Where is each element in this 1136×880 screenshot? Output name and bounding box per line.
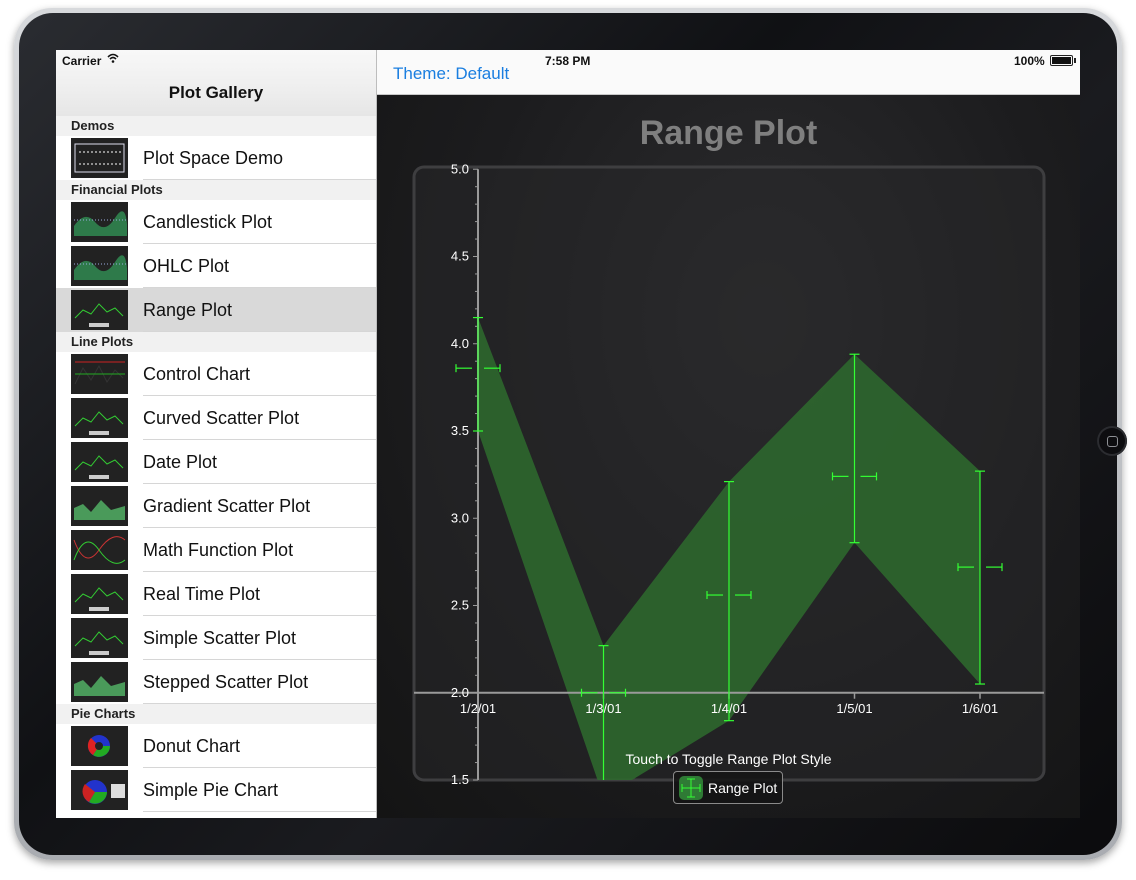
gallery-list[interactable]: Demos Plot Space Demo Financial Plots Candl… [56,116,376,812]
list-item[interactable]: Candlestick Plot [56,200,376,244]
plot-thumbnail-icon [71,530,128,570]
list-item-label: Stepped Scatter Plot [143,672,309,692]
screen: Plot Gallery Demos Plot Space Demo Financi… [56,50,1080,818]
list-item-label: Range Plot [143,300,233,320]
plot-thumbnail-icon [71,138,128,178]
list-item-label: Curved Scatter Plot [143,408,300,428]
list-item-label: Simple Scatter Plot [143,628,297,648]
list-item[interactable]: OHLC Plot [56,244,376,288]
list-item[interactable]: Plot Space Demo [56,136,376,180]
list-item-label: Gradient Scatter Plot [143,496,311,516]
legend-label: Range Plot [708,780,778,796]
y-tick-label: 2.0 [451,685,469,700]
section-header: Line Plots [56,332,376,352]
section-header: Financial Plots [56,180,376,200]
status-time: 7:58 PM [545,54,591,68]
home-button[interactable] [1097,426,1127,456]
list-item-label: Candlestick Plot [143,212,273,232]
y-tick-label: 3.0 [451,510,469,525]
list-item[interactable]: Donut Chart [56,724,376,768]
x-tick-label: 1/6/01 [962,701,998,716]
list-item-label: Donut Chart [143,736,241,756]
home-square-icon [1107,436,1118,447]
plot-thumbnail-icon [71,662,128,702]
battery-percent: 100% [1014,54,1045,68]
list-item-label: OHLC Plot [143,256,230,276]
touch-hint: Touch to Toggle Range Plot Style [625,751,832,767]
list-item[interactable]: Gradient Scatter Plot [56,484,376,528]
list-item[interactable]: Curved Scatter Plot [56,396,376,440]
plot-thumbnail-icon [71,770,128,810]
list-item[interactable]: Simple Scatter Plot [56,616,376,660]
row-divider [143,703,376,704]
x-tick-label: 1/2/01 [460,701,496,716]
list-item[interactable]: Control Chart [56,352,376,396]
list-item-label: Simple Pie Chart [143,780,279,800]
row-divider [143,179,376,180]
list-item[interactable]: Range Plot [56,288,376,332]
battery-icon [1050,55,1076,66]
plot-thumbnail-icon [71,202,128,242]
status-bar: Carrier 7:58 PM 100% [56,50,1080,70]
y-tick-label: 4.0 [451,336,469,351]
list-item-label: Plot Space Demo [143,148,284,168]
section-header: Pie Charts [56,704,376,724]
range-plot-chart[interactable]: 1.52.02.53.03.54.04.55.01/2/01 1/3/01 1/4/… [377,50,1080,818]
wifi-icon [107,53,119,66]
y-tick-label: 1.5 [451,772,469,787]
y-tick-label: 3.5 [451,423,469,438]
y-tick-label: 4.5 [451,249,469,264]
list-item-label: Control Chart [143,364,251,384]
row-divider [143,331,376,332]
list-item-label: Date Plot [143,452,218,472]
plot-thumbnail-icon [71,618,128,658]
list-item[interactable]: Stepped Scatter Plot [56,660,376,704]
y-tick-label: 2.5 [451,598,469,613]
list-item[interactable]: Date Plot [56,440,376,484]
plot-thumbnail-icon [71,246,128,286]
y-tick-label: 5.0 [451,161,469,176]
list-item[interactable]: Simple Pie Chart [56,768,376,812]
master-panel: Plot Gallery Demos Plot Space Demo Financi… [56,50,377,818]
detail-panel: Theme: Default Range Plot 1.5 2.0 2.5 3.0 3.… [377,50,1080,818]
list-item[interactable]: Math Function Plot [56,528,376,572]
row-divider [143,811,376,812]
list-item-label: Real Time Plot [143,584,261,604]
carrier-label: Carrier [62,54,102,68]
plot-thumbnail-icon [71,486,128,526]
list-item-label: Math Function Plot [143,540,294,560]
list-item[interactable]: Real Time Plot [56,572,376,616]
legend-swatch-icon [679,776,703,800]
plot-thumbnail-icon [71,290,128,330]
page-title: Plot Gallery [168,83,264,102]
section-header: Demos [56,116,376,136]
plot-thumbnail-icon [71,398,128,438]
plot-thumbnail-icon [71,726,128,766]
plot-thumbnail-icon [71,442,128,482]
chart-legend[interactable]: Range Plot [673,771,783,804]
plot-thumbnail-icon [71,574,128,614]
x-tick-label: 1/5/01 [836,701,872,716]
plot-thumbnail-icon [71,354,128,394]
